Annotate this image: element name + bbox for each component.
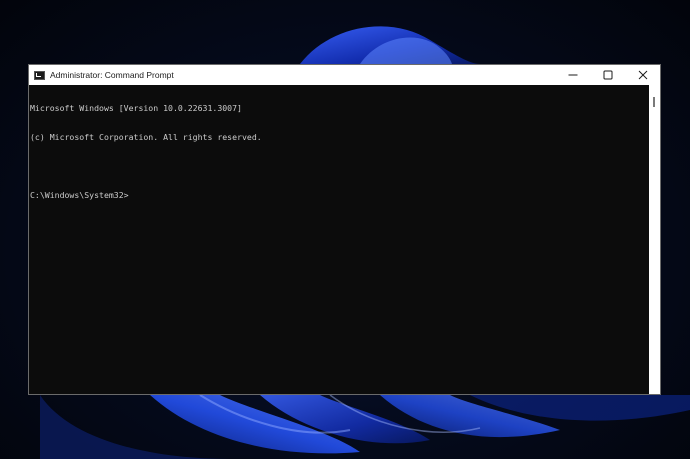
console-line-version: Microsoft Windows [Version 10.0.22631.30… <box>30 103 242 114</box>
console-prompt[interactable]: C:\Windows\System32> <box>30 190 649 201</box>
command-prompt-window[interactable]: Administrator: Command Prompt Microsoft <box>28 64 661 395</box>
close-button[interactable] <box>625 65 660 85</box>
console-output[interactable]: Microsoft Windows [Version 10.0.22631.30… <box>29 85 649 394</box>
minimize-button[interactable] <box>555 65 590 85</box>
cmd-icon <box>34 70 45 80</box>
maximize-icon <box>603 70 612 80</box>
window-title: Administrator: Command Prompt <box>50 70 174 80</box>
maximize-button[interactable] <box>590 65 625 85</box>
console-line-copyright: (c) Microsoft Corporation. All rights re… <box>30 131 262 142</box>
caption-buttons <box>555 65 660 85</box>
scrollbar-thumb[interactable] <box>653 97 655 107</box>
close-icon <box>638 70 647 80</box>
vertical-scrollbar[interactable] <box>649 85 660 394</box>
title-bar[interactable]: Administrator: Command Prompt <box>29 65 660 85</box>
minimize-icon <box>568 74 577 76</box>
